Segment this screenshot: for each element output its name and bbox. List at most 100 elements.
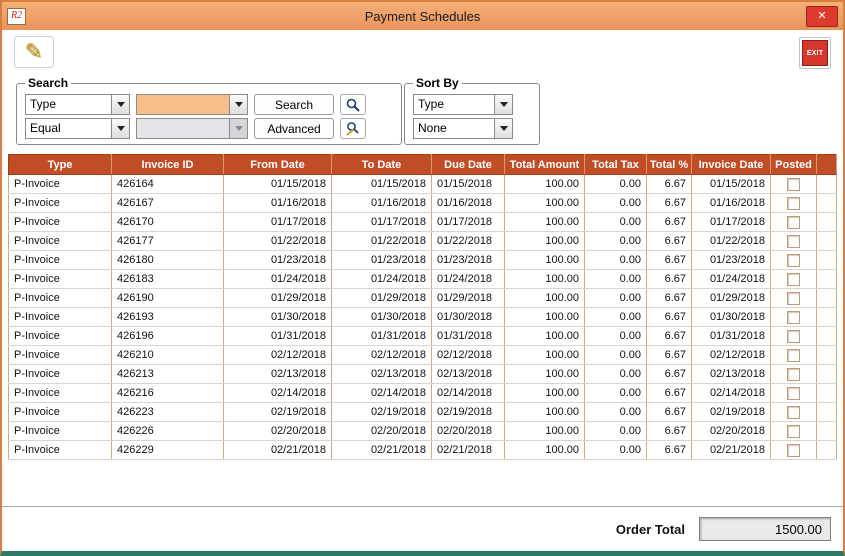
cell-total-amount: 100.00: [505, 232, 585, 251]
search-groupbox: Search Type Search: [16, 76, 402, 145]
exit-button[interactable]: EXIT: [799, 37, 831, 69]
cell-invoice-id: 426223: [112, 403, 224, 422]
toolbar: ✎ EXIT: [2, 30, 843, 74]
search-legend: Search: [25, 76, 71, 90]
table-row[interactable]: P-Invoice42621302/13/201802/13/201802/13…: [9, 365, 837, 384]
table-row[interactable]: P-Invoice42621002/12/201802/12/201802/12…: [9, 346, 837, 365]
table-row[interactable]: P-Invoice42618001/23/201801/23/201801/23…: [9, 251, 837, 270]
posted-checkbox[interactable]: [787, 197, 800, 210]
cell-filler: [817, 365, 837, 384]
chevron-down-icon[interactable]: [229, 95, 247, 114]
window-title: Payment Schedules: [2, 9, 843, 24]
close-button[interactable]: ✕: [806, 6, 838, 27]
cell-from-date: 01/22/2018: [224, 232, 332, 251]
cell-type: P-Invoice: [9, 289, 112, 308]
cell-filler: [817, 327, 837, 346]
table-row[interactable]: P-Invoice42619001/29/201801/29/201801/29…: [9, 289, 837, 308]
table-row[interactable]: P-Invoice42622302/19/201802/19/201802/19…: [9, 403, 837, 422]
posted-checkbox[interactable]: [787, 235, 800, 248]
search-value-combo[interactable]: [136, 94, 248, 115]
table-row[interactable]: P-Invoice42622602/20/201802/20/201802/20…: [9, 422, 837, 441]
order-total-field: 1500.00: [699, 517, 831, 541]
edit-button[interactable]: ✎: [14, 36, 54, 68]
table-row[interactable]: P-Invoice42621602/14/201802/14/201802/14…: [9, 384, 837, 403]
posted-checkbox[interactable]: [787, 254, 800, 267]
cell-type: P-Invoice: [9, 403, 112, 422]
col-header-total-pct[interactable]: Total %: [647, 155, 692, 175]
col-header-from-date[interactable]: From Date: [224, 155, 332, 175]
search-icon-button[interactable]: [340, 94, 366, 115]
posted-checkbox[interactable]: [787, 425, 800, 438]
col-header-total-amount[interactable]: Total Amount: [505, 155, 585, 175]
table-row[interactable]: P-Invoice42619601/31/201801/31/201801/31…: [9, 327, 837, 346]
cell-invoice-id: 426183: [112, 270, 224, 289]
table-row[interactable]: P-Invoice42618301/24/201801/24/201801/24…: [9, 270, 837, 289]
table-row[interactable]: P-Invoice42616401/15/201801/15/201801/15…: [9, 175, 837, 194]
table-row[interactable]: P-Invoice42617701/22/201801/22/201801/22…: [9, 232, 837, 251]
cell-filler: [817, 308, 837, 327]
search-field-combo[interactable]: Type: [25, 94, 130, 115]
cell-total-pct: 6.67: [647, 232, 692, 251]
advanced-search-icon-button[interactable]: [340, 118, 366, 139]
cell-due-date: 02/20/2018: [432, 422, 505, 441]
cell-type: P-Invoice: [9, 327, 112, 346]
posted-checkbox[interactable]: [787, 178, 800, 191]
magnifier-edit-icon: [345, 121, 361, 137]
posted-checkbox[interactable]: [787, 349, 800, 362]
cell-to-date: 01/22/2018: [332, 232, 432, 251]
posted-checkbox[interactable]: [787, 216, 800, 229]
chevron-down-icon[interactable]: [494, 95, 512, 114]
cell-total-amount: 100.00: [505, 213, 585, 232]
col-header-invoice-date[interactable]: Invoice Date: [692, 155, 771, 175]
col-header-to-date[interactable]: To Date: [332, 155, 432, 175]
sort-secondary-combo[interactable]: None: [413, 118, 513, 139]
table-row[interactable]: P-Invoice42617001/17/201801/17/201801/17…: [9, 213, 837, 232]
advanced-button[interactable]: Advanced: [254, 118, 334, 139]
posted-checkbox[interactable]: [787, 292, 800, 305]
cell-invoice-date: 02/13/2018: [692, 365, 771, 384]
posted-checkbox[interactable]: [787, 330, 800, 343]
cell-invoice-date: 01/24/2018: [692, 270, 771, 289]
posted-checkbox[interactable]: [787, 368, 800, 381]
posted-checkbox[interactable]: [787, 444, 800, 457]
cell-total-pct: 6.67: [647, 346, 692, 365]
table-row[interactable]: P-Invoice42622902/21/201802/21/201802/21…: [9, 441, 837, 460]
col-header-total-tax[interactable]: Total Tax: [585, 155, 647, 175]
filters-area: Search Type Search: [14, 74, 843, 152]
cell-total-tax: 0.00: [585, 251, 647, 270]
cell-filler: [817, 346, 837, 365]
chevron-down-icon[interactable]: [111, 119, 129, 138]
table-row[interactable]: P-Invoice42616701/16/201801/16/201801/16…: [9, 194, 837, 213]
cell-to-date: 01/16/2018: [332, 194, 432, 213]
cell-total-amount: 100.00: [505, 308, 585, 327]
table-row[interactable]: P-Invoice42619301/30/201801/30/201801/30…: [9, 308, 837, 327]
col-header-invoice-id[interactable]: Invoice ID: [112, 155, 224, 175]
cell-total-pct: 6.67: [647, 327, 692, 346]
cell-type: P-Invoice: [9, 175, 112, 194]
posted-checkbox[interactable]: [787, 387, 800, 400]
col-header-type[interactable]: Type: [9, 155, 112, 175]
titlebar[interactable]: R2 Payment Schedules ✕: [2, 2, 843, 30]
search-operator-combo[interactable]: Equal: [25, 118, 130, 139]
col-header-posted[interactable]: Posted: [771, 155, 817, 175]
chevron-down-icon[interactable]: [494, 119, 512, 138]
cell-invoice-date: 01/17/2018: [692, 213, 771, 232]
cell-total-tax: 0.00: [585, 270, 647, 289]
sort-primary-combo[interactable]: Type: [413, 94, 513, 115]
chevron-down-icon[interactable]: [111, 95, 129, 114]
cell-to-date: 02/14/2018: [332, 384, 432, 403]
cell-due-date: 01/22/2018: [432, 232, 505, 251]
cell-from-date: 02/13/2018: [224, 365, 332, 384]
posted-checkbox[interactable]: [787, 273, 800, 286]
col-header-due-date[interactable]: Due Date: [432, 155, 505, 175]
cell-total-tax: 0.00: [585, 327, 647, 346]
posted-checkbox[interactable]: [787, 311, 800, 324]
cell-invoice-date: 01/23/2018: [692, 251, 771, 270]
cell-total-amount: 100.00: [505, 403, 585, 422]
search-button[interactable]: Search: [254, 94, 334, 115]
cell-to-date: 01/15/2018: [332, 175, 432, 194]
cell-total-pct: 6.67: [647, 403, 692, 422]
cell-due-date: 01/15/2018: [432, 175, 505, 194]
cell-due-date: 01/23/2018: [432, 251, 505, 270]
posted-checkbox[interactable]: [787, 406, 800, 419]
